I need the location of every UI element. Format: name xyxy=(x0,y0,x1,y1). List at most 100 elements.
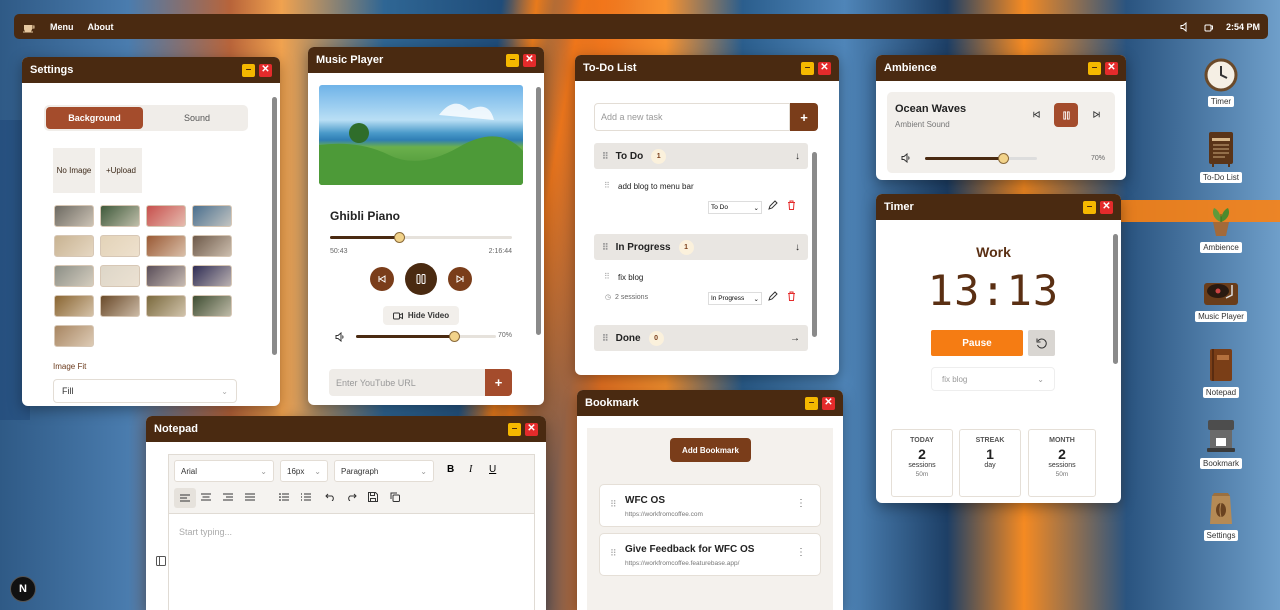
drag-handle-icon[interactable]: ⠿ xyxy=(602,333,609,344)
todo-scrollbar[interactable] xyxy=(812,152,817,337)
minimize-button[interactable]: – xyxy=(506,53,519,67)
tab-background[interactable]: Background xyxy=(46,107,143,129)
minimize-button[interactable]: – xyxy=(1083,200,1096,214)
menu-link[interactable]: Menu xyxy=(50,22,74,32)
align-right-icon[interactable] xyxy=(223,493,233,501)
desktop-icon-timer[interactable]: Timer xyxy=(1191,58,1251,107)
more-vertical-icon[interactable]: ⋮ xyxy=(796,547,806,558)
coffee-cup-icon[interactable] xyxy=(1204,22,1214,32)
volume-icon[interactable] xyxy=(335,332,345,342)
italic-icon[interactable]: I xyxy=(469,464,472,475)
bookmark-titlebar[interactable]: Bookmark – ✕ xyxy=(577,390,843,416)
hide-video-button[interactable]: Hide Video xyxy=(383,306,459,325)
align-justify-icon[interactable] xyxy=(245,493,255,501)
task-select[interactable]: fix blog ⌄ xyxy=(931,367,1055,391)
todo-titlebar[interactable]: To-Do List – ✕ xyxy=(575,55,839,81)
more-vertical-icon[interactable]: ⋮ xyxy=(796,498,806,509)
desktop-icon-music-player[interactable]: Music Player xyxy=(1191,275,1251,322)
video-thumbnail[interactable] xyxy=(319,85,523,185)
trash-icon[interactable] xyxy=(787,200,796,210)
next-badge[interactable]: N xyxy=(10,576,36,602)
save-icon[interactable] xyxy=(368,492,378,502)
status-select[interactable]: In Progress ⌄ xyxy=(708,292,762,305)
volume-icon[interactable] xyxy=(1180,21,1190,32)
drag-handle-icon[interactable]: ⠿ xyxy=(610,499,617,510)
bullet-list-icon[interactable] xyxy=(279,493,289,501)
drag-handle-icon[interactable]: ⠿ xyxy=(610,548,617,559)
background-thumbnail[interactable] xyxy=(146,295,186,317)
settings-scrollbar[interactable] xyxy=(272,97,277,355)
volume-icon[interactable] xyxy=(901,153,911,163)
background-thumbnail[interactable] xyxy=(146,265,186,287)
background-thumbnail[interactable] xyxy=(192,235,232,257)
section-header-done[interactable]: ⠿ Done 0 → xyxy=(594,325,808,351)
volume-slider[interactable] xyxy=(356,331,496,342)
block-select[interactable]: Paragraph ⌄ xyxy=(334,460,434,482)
align-left-icon[interactable] xyxy=(174,488,196,508)
background-thumbnail[interactable] xyxy=(54,235,94,257)
background-thumbnail[interactable] xyxy=(100,295,140,317)
arrow-down-icon[interactable]: ↓ xyxy=(795,151,800,162)
youtube-url-input[interactable]: Enter YouTube URL xyxy=(329,369,485,396)
drag-handle-icon[interactable]: ⠿ xyxy=(602,242,609,253)
progress-track[interactable] xyxy=(330,232,512,243)
pause-timer-button[interactable]: Pause xyxy=(931,330,1023,356)
background-thumbnail[interactable] xyxy=(54,325,94,347)
background-thumbnail[interactable] xyxy=(54,205,94,227)
progress-thumb[interactable] xyxy=(394,232,406,243)
size-select[interactable]: 16px ⌄ xyxy=(280,460,328,482)
desktop-icon-settings[interactable]: Settings xyxy=(1191,492,1251,541)
timer-scrollbar[interactable] xyxy=(1113,234,1118,364)
skip-back-icon[interactable] xyxy=(1032,110,1041,119)
desktop-icon-bookmark[interactable]: Bookmark xyxy=(1191,418,1251,469)
close-button[interactable]: ✕ xyxy=(1105,61,1118,75)
close-button[interactable]: ✕ xyxy=(1100,200,1113,214)
minimize-button[interactable]: – xyxy=(1088,61,1101,75)
volume-thumb[interactable] xyxy=(449,331,460,342)
add-url-button[interactable]: + xyxy=(485,369,512,396)
background-thumbnail[interactable] xyxy=(54,265,94,287)
section-header-todo[interactable]: ⠿ To Do 1 ↓ xyxy=(594,143,808,169)
editor-textarea[interactable]: Start typing... xyxy=(169,515,534,610)
reset-button[interactable] xyxy=(1028,330,1055,356)
align-center-icon[interactable] xyxy=(201,493,211,501)
edit-icon[interactable] xyxy=(768,291,778,301)
background-thumbnail[interactable] xyxy=(54,295,94,317)
close-button[interactable]: ✕ xyxy=(259,63,272,77)
background-thumbnail[interactable] xyxy=(146,235,186,257)
sidebar-toggle[interactable] xyxy=(156,556,166,566)
drag-handle-icon[interactable]: ⠿ xyxy=(604,272,610,281)
ambience-volume-slider[interactable] xyxy=(925,153,1037,164)
coffee-logo-icon[interactable] xyxy=(22,21,36,33)
upload-option[interactable]: +Upload xyxy=(100,148,142,193)
ambience-titlebar[interactable]: Ambience – ✕ xyxy=(876,55,1126,81)
minimize-button[interactable]: – xyxy=(242,63,255,77)
about-link[interactable]: About xyxy=(88,22,114,32)
volume-thumb[interactable] xyxy=(998,153,1010,164)
edit-icon[interactable] xyxy=(768,200,778,210)
background-thumbnail[interactable] xyxy=(192,295,232,317)
background-thumbnail[interactable] xyxy=(100,205,140,227)
settings-titlebar[interactable]: Settings – ✕ xyxy=(22,57,280,83)
background-thumbnail[interactable] xyxy=(192,265,232,287)
background-thumbnail[interactable] xyxy=(146,205,186,227)
task-card[interactable]: ⠿ add blog to menu bar To Do ⌄ xyxy=(594,173,808,223)
minimize-button[interactable]: – xyxy=(801,61,814,75)
add-bookmark-button[interactable]: Add Bookmark xyxy=(670,438,751,462)
background-thumbnail[interactable] xyxy=(192,205,232,227)
bold-icon[interactable]: B xyxy=(447,464,454,475)
numbered-list-icon[interactable] xyxy=(301,493,311,501)
redo-icon[interactable] xyxy=(346,492,357,501)
status-select[interactable]: To Do ⌄ xyxy=(708,201,762,214)
background-thumbnail[interactable] xyxy=(100,235,140,257)
section-header-in-progress[interactable]: ⠿ In Progress 1 ↓ xyxy=(594,234,808,260)
add-task-button[interactable]: + xyxy=(790,103,818,131)
task-card[interactable]: ⠿ fix blog ◷ 2 sessions In Progress ⌄ xyxy=(594,264,808,314)
desktop-icon-ambience[interactable]: Ambience xyxy=(1191,202,1251,253)
arrow-right-icon[interactable]: → xyxy=(790,333,800,344)
desktop-icon-todo[interactable]: To-Do List xyxy=(1191,130,1251,183)
font-select[interactable]: Arial ⌄ xyxy=(174,460,274,482)
arrow-down-icon[interactable]: ↓ xyxy=(795,242,800,253)
minimize-button[interactable]: – xyxy=(805,396,818,410)
music-scrollbar[interactable] xyxy=(536,87,541,335)
